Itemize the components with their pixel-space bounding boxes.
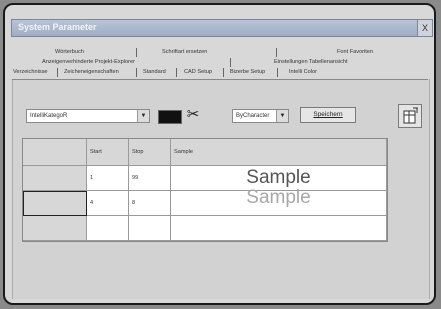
tab-standard[interactable]: Standard	[143, 69, 166, 75]
column-header-stop[interactable]: Stop	[129, 139, 171, 166]
tab-separator	[276, 48, 277, 57]
sample-text: Sample	[246, 187, 311, 208]
tab-separator	[277, 68, 278, 77]
table-cell-start[interactable]: 4	[87, 191, 129, 216]
color-swatch[interactable]	[158, 110, 182, 124]
table-cell-sample[interactable]: Sample	[171, 187, 387, 216]
chevron-down-icon[interactable]: ▼	[137, 110, 149, 122]
row-header[interactable]	[23, 191, 87, 216]
table-cell-start[interactable]	[87, 216, 129, 241]
sample-text: Sample	[246, 167, 311, 188]
table-cell-stop[interactable]	[129, 216, 171, 241]
tab-separator	[223, 68, 224, 77]
row-header[interactable]	[23, 166, 87, 191]
tab-einstellungen-tabellenansicht[interactable]: Einstellungen Tabellenansicht	[274, 59, 348, 65]
tab-zeicheneigenschaften[interactable]: Zeicheneigenschaften	[64, 69, 119, 75]
table-cell-stop[interactable]: 8	[129, 191, 171, 216]
table-cell-stop[interactable]: 99	[129, 166, 171, 191]
tab-separator	[176, 68, 177, 77]
tab-bizerbe-setup[interactable]: Bizerbe Setup	[230, 69, 265, 75]
tab-separator	[230, 58, 231, 67]
tab-anzeige-projekt-explorer[interactable]: Anzeigenverhinderte Projekt-Explorer	[42, 59, 135, 65]
mode-combo[interactable]: ByCharacter ▼	[232, 109, 289, 123]
window-title: System Parameter	[18, 22, 97, 32]
table-settings-icon	[403, 107, 418, 124]
intelli-color-table: Start Stop Sample 1 99 Sample 4 8 Sample	[22, 138, 388, 242]
tab-verzeichnisse[interactable]: Verzeichnisse	[13, 69, 48, 75]
intelli-category-value: IntelliKategoR	[30, 113, 68, 119]
column-header-start[interactable]: Start	[87, 139, 129, 166]
intelli-category-combo[interactable]: IntelliKategoR ▼	[26, 109, 150, 123]
tab-font-favoriten[interactable]: Font Favoriten	[337, 49, 373, 55]
scissors-icon[interactable]: ✂	[184, 107, 202, 123]
table-settings-button[interactable]	[398, 104, 422, 128]
chevron-down-icon[interactable]: ▼	[276, 110, 288, 122]
save-button[interactable]: Speichern	[300, 107, 356, 123]
tab-woerterbuch[interactable]: Wörterbuch	[55, 49, 84, 55]
table-corner	[23, 139, 87, 166]
mode-combo-value: ByCharacter	[236, 113, 270, 119]
table-cell-start[interactable]: 1	[87, 166, 129, 191]
tab-cad-setup[interactable]: CAD Setup	[184, 69, 212, 75]
tab-separator	[136, 48, 137, 57]
tab-baseline	[12, 79, 428, 80]
tab-separator	[57, 68, 58, 77]
close-button[interactable]: X	[417, 20, 432, 36]
tab-separator	[136, 68, 137, 77]
tab-intelli-color[interactable]: Intelli Color	[289, 69, 317, 75]
tab-schriftart-ersetzen[interactable]: Schriftart ersetzen	[162, 49, 207, 55]
table-cell-sample[interactable]	[171, 216, 387, 241]
column-header-sample[interactable]: Sample	[171, 139, 387, 166]
row-header[interactable]	[23, 216, 87, 241]
tab-row-3: Verzeichnisse Zeicheneigenschaften Stand…	[12, 67, 428, 78]
save-button-label: Speichern	[313, 111, 343, 118]
title-bar[interactable]: System Parameter X	[11, 19, 433, 37]
